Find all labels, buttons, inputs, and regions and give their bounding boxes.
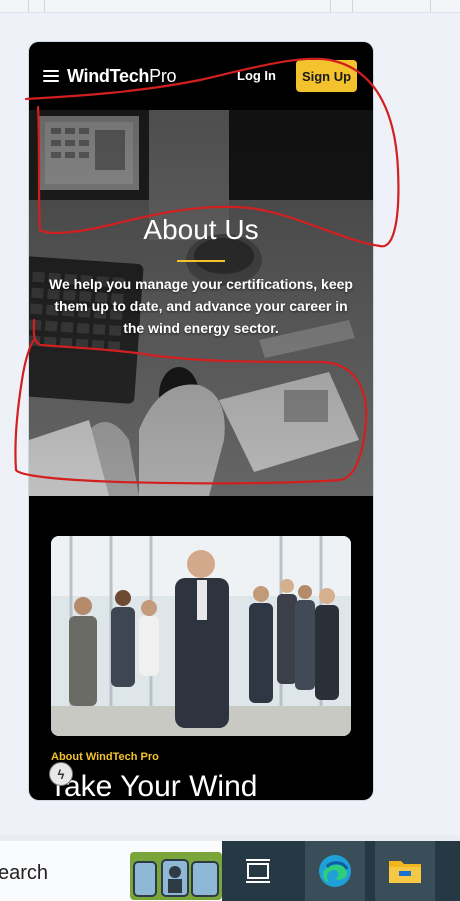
strip-divider [44, 0, 45, 12]
brand-name-light: Pro [149, 66, 177, 86]
top-navigation: WindTechPro Log In Sign Up [29, 42, 373, 110]
hero-title: About Us [143, 214, 259, 245]
brand-name-bold: WindTech [67, 66, 150, 86]
login-link[interactable]: Log In [237, 68, 276, 83]
news-widget-icon[interactable] [130, 852, 222, 900]
hero-section: About Us We help you manage your certifi… [29, 110, 373, 496]
strip-divider [352, 0, 353, 12]
edge-browser-icon[interactable] [305, 841, 365, 901]
signup-button[interactable]: Sign Up [296, 60, 357, 92]
strip-divider [430, 0, 431, 12]
strip-divider [330, 0, 331, 12]
hero-description: We help you manage your certifications, … [49, 276, 353, 336]
browser-top-strip [0, 0, 460, 13]
taskbar-search-text: earch [0, 862, 49, 884]
mobile-preview-frame: WindTechPro Log In Sign Up About Us We h… [29, 42, 373, 800]
file-explorer-icon[interactable] [375, 841, 435, 901]
hero-title-underline [177, 260, 225, 262]
about-headline: Take Your Wind [49, 770, 258, 800]
brand-logo[interactable]: WindTechPro [67, 66, 177, 87]
hamburger-menu-icon[interactable] [43, 70, 59, 82]
strip-divider [28, 0, 29, 12]
team-photo [51, 536, 351, 736]
about-eyebrow: About WindTech Pro [51, 751, 159, 763]
task-view-icon[interactable] [228, 841, 288, 901]
lightning-icon[interactable]: ϟ [49, 762, 73, 786]
